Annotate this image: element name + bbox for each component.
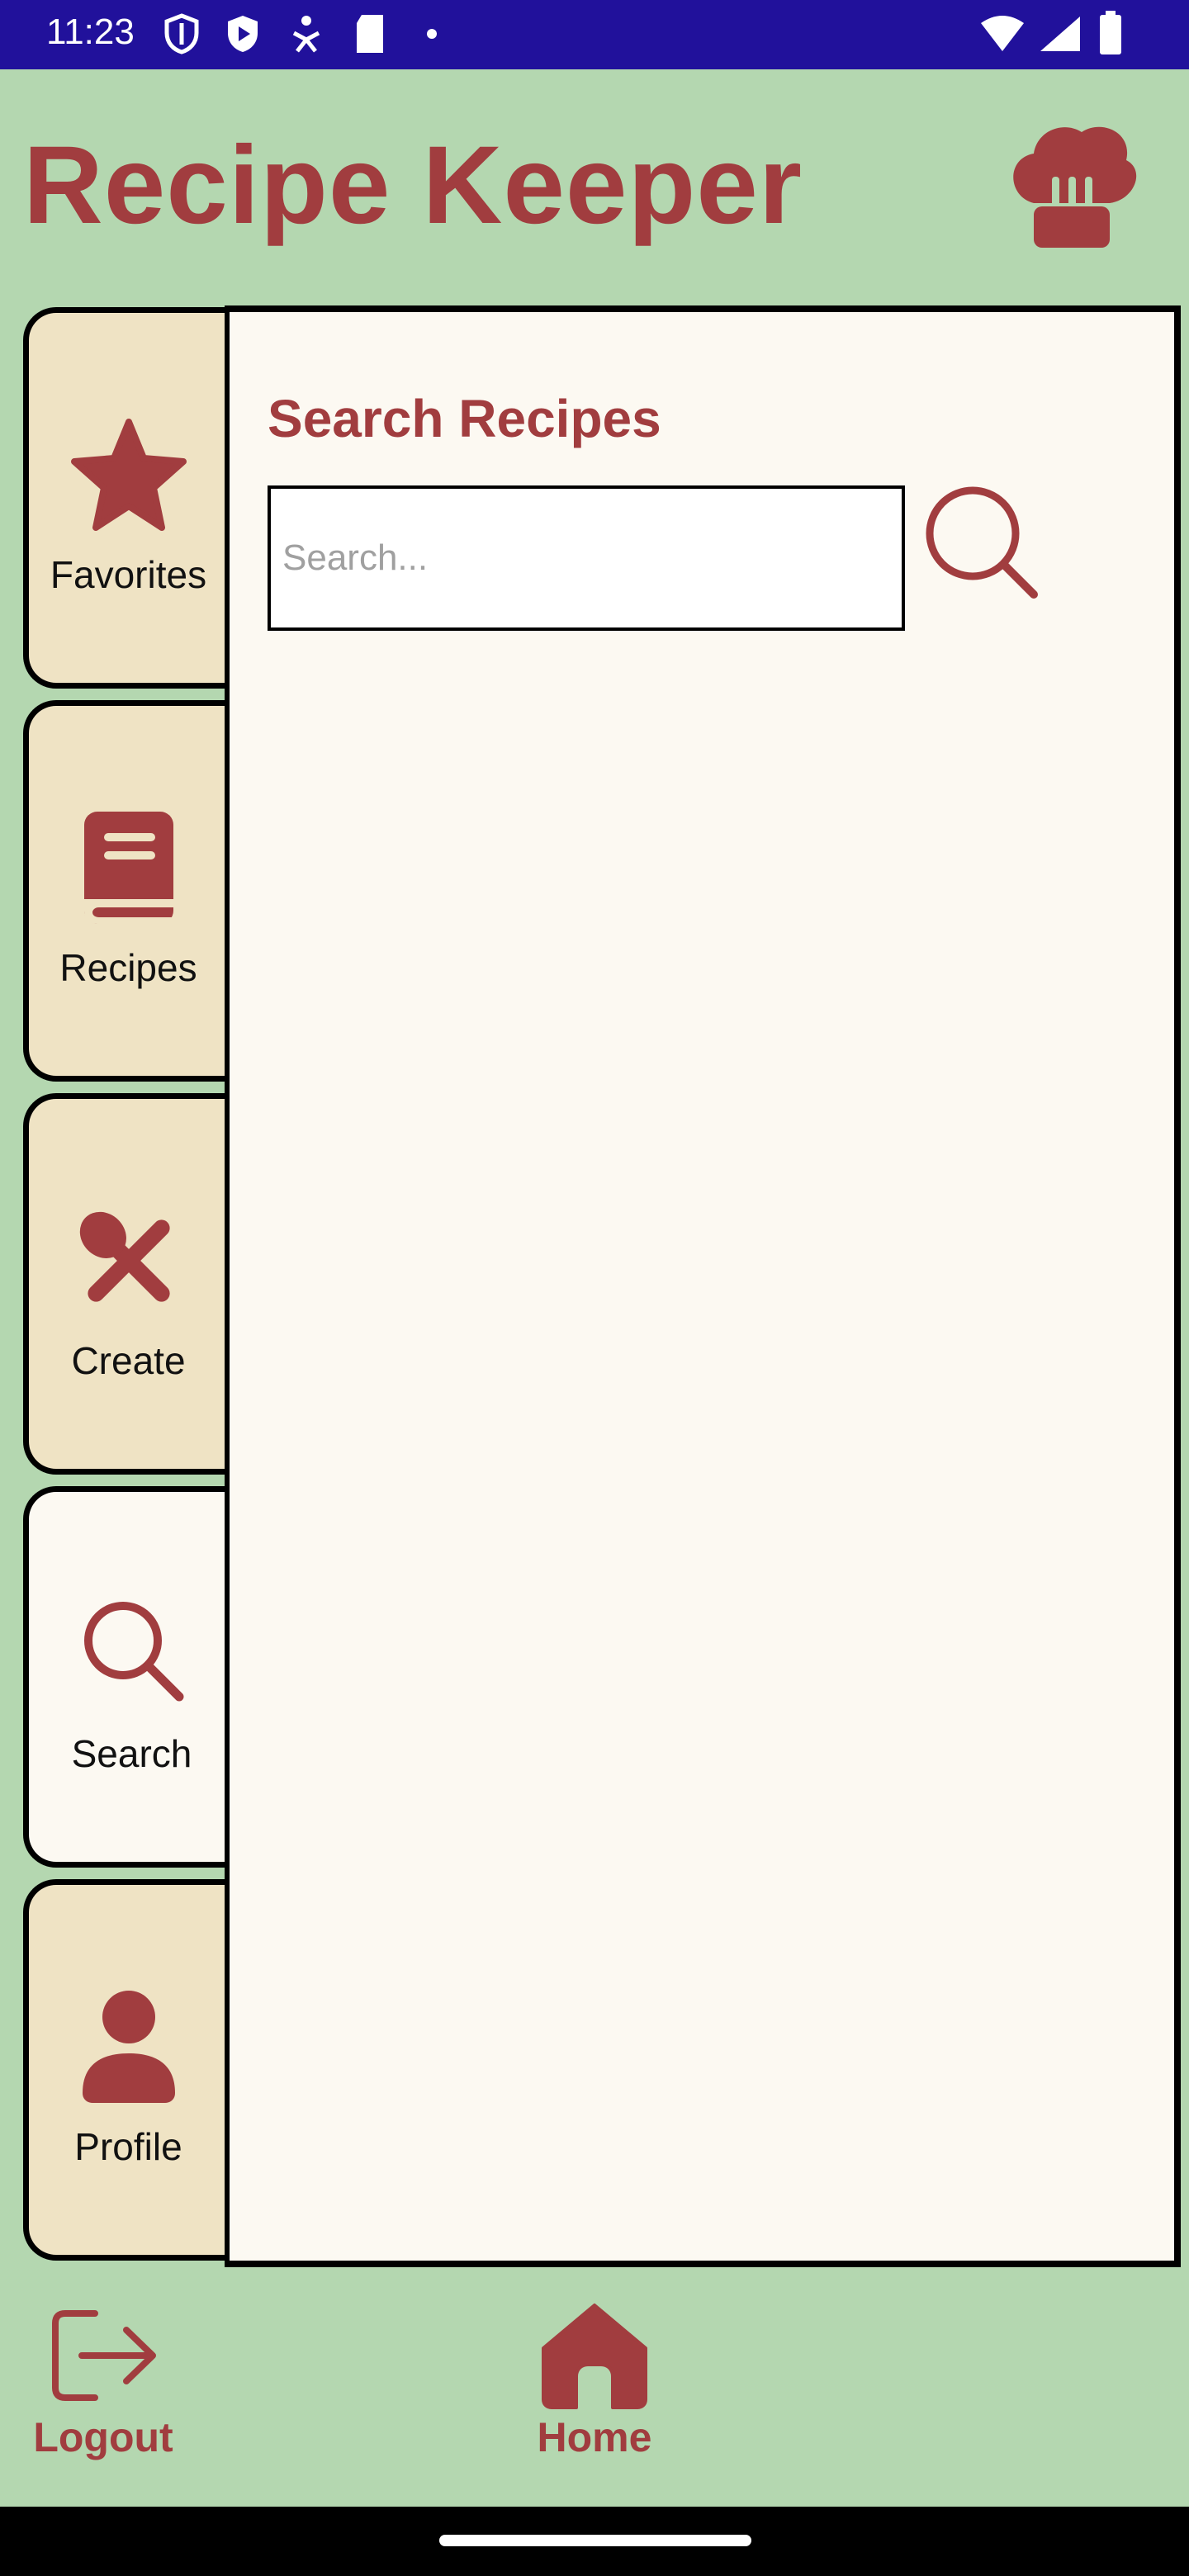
accessibility-icon [292, 16, 320, 53]
panel-title: Search Recipes [268, 389, 661, 448]
user-icon [82, 1991, 175, 2103]
tab-search[interactable]: Search [23, 1486, 234, 1868]
signal-icon [1040, 17, 1080, 51]
home-indicator[interactable] [439, 2535, 751, 2546]
book-icon [83, 812, 173, 924]
tab-label-search: Search [71, 1732, 192, 1775]
shield-icon [164, 13, 199, 54]
search-button-icon[interactable] [921, 482, 1045, 606]
play-protect-icon [228, 16, 258, 52]
wifi-icon [981, 16, 1024, 51]
sd-card-icon [357, 15, 383, 53]
tab-favorites[interactable]: Favorites [23, 307, 228, 689]
status-bar: 11:23 [0, 0, 1189, 69]
notification-dot-icon [427, 29, 437, 39]
chef-hat-icon [1013, 126, 1137, 248]
home-label: Home [537, 2414, 652, 2460]
search-panel: Search Recipes [225, 305, 1181, 2267]
logout-icon [52, 2310, 156, 2401]
status-time: 11:23 [46, 12, 135, 52]
search-input[interactable] [268, 485, 905, 631]
star-icon [70, 419, 187, 531]
bottom-nav: Logout Home [0, 2267, 1189, 2507]
logout-label: Logout [33, 2414, 173, 2460]
tab-label-profile: Profile [74, 2125, 182, 2168]
utensils-icon [79, 1211, 170, 1302]
tab-label-recipes: Recipes [59, 946, 197, 989]
tab-label-create: Create [71, 1339, 186, 1382]
home-button[interactable]: Home [512, 2302, 677, 2461]
home-icon [542, 2304, 647, 2409]
tab-profile[interactable]: Profile [23, 1879, 228, 2261]
tab-create[interactable]: Create [23, 1093, 228, 1475]
tab-label-favorites: Favorites [50, 553, 207, 596]
app-title: Recipe Keeper [23, 124, 803, 247]
logout-button[interactable]: Logout [25, 2302, 182, 2461]
system-nav-bar [0, 2507, 1189, 2576]
tab-recipes[interactable]: Recipes [23, 700, 228, 1082]
search-icon [83, 1602, 183, 1702]
app-header: Recipe Keeper [0, 69, 1189, 305]
battery-icon [1100, 11, 1121, 54]
